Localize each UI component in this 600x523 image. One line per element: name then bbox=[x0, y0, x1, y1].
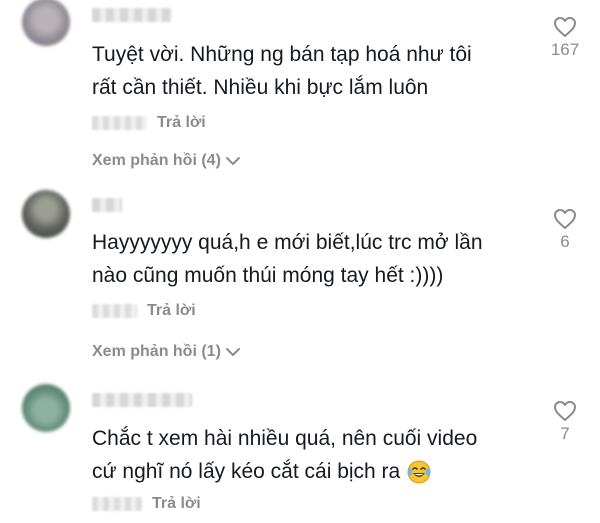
comment-text-line: cứ nghĩ nó lấy kéo cắt cái bịch ra bbox=[92, 455, 532, 488]
comment-meta: Trả lời bbox=[92, 300, 196, 322]
heart-outline-icon bbox=[554, 17, 576, 37]
comment-meta: Trả lời bbox=[92, 112, 206, 134]
timestamp bbox=[92, 497, 142, 511]
reply-button[interactable]: Trả lời bbox=[152, 495, 201, 513]
view-replies-label: Xem phản hồi (4) bbox=[92, 152, 221, 169]
comment-meta: Trả lời bbox=[92, 493, 201, 515]
comment-text-line: rất cần thiết. Nhiều khi bực lắm luôn bbox=[92, 76, 429, 99]
comment-text-content: cứ nghĩ nó lấy kéo cắt cái bịch ra bbox=[92, 460, 401, 483]
like-count: 6 bbox=[560, 232, 570, 251]
username[interactable] bbox=[92, 198, 122, 212]
reply-button[interactable]: Trả lời bbox=[147, 302, 196, 320]
username[interactable] bbox=[92, 8, 172, 22]
chevron-down-icon bbox=[225, 157, 240, 165]
comment-text: Tuyệt vời. Những ng bán tạp hoá như tôi … bbox=[92, 38, 532, 104]
comment-text-line: Tuyệt vời. Những ng bán tạp hoá như tôi bbox=[92, 43, 472, 66]
like-button[interactable]: 7 bbox=[545, 400, 585, 444]
comment-text: Chắc t xem hài nhiều quá, nên cuối video… bbox=[92, 422, 532, 488]
chevron-down-icon bbox=[225, 348, 240, 356]
comment-text-line: Chắc t xem hài nhiều quá, nên cuối video bbox=[92, 427, 478, 450]
reply-button[interactable]: Trả lời bbox=[157, 114, 206, 132]
avatar[interactable] bbox=[22, 0, 70, 46]
timestamp bbox=[92, 304, 137, 318]
timestamp bbox=[92, 116, 147, 130]
view-replies-button[interactable]: Xem phản hồi (4) bbox=[92, 152, 241, 170]
like-count: 7 bbox=[560, 424, 570, 443]
laughing-tears-emoji bbox=[407, 460, 431, 484]
avatar[interactable] bbox=[22, 384, 70, 432]
heart-outline-icon bbox=[554, 209, 576, 229]
comment-text-line: Hayyyyyyy quá,h e mới biết,lúc trc mở lầ… bbox=[92, 231, 483, 254]
avatar[interactable] bbox=[22, 190, 70, 238]
view-replies-button[interactable]: Xem phản hồi (1) bbox=[92, 343, 241, 361]
like-count: 167 bbox=[550, 40, 580, 59]
heart-outline-icon bbox=[554, 401, 576, 421]
comment-text-line: nào cũng muốn thúi móng tay hết :)))) bbox=[92, 264, 444, 287]
comment-text: Hayyyyyyy quá,h e mới biết,lúc trc mở lầ… bbox=[92, 226, 532, 292]
view-replies-label: Xem phản hồi (1) bbox=[92, 343, 221, 360]
username[interactable] bbox=[92, 393, 192, 407]
like-button[interactable]: 167 bbox=[545, 16, 585, 60]
like-button[interactable]: 6 bbox=[545, 208, 585, 252]
